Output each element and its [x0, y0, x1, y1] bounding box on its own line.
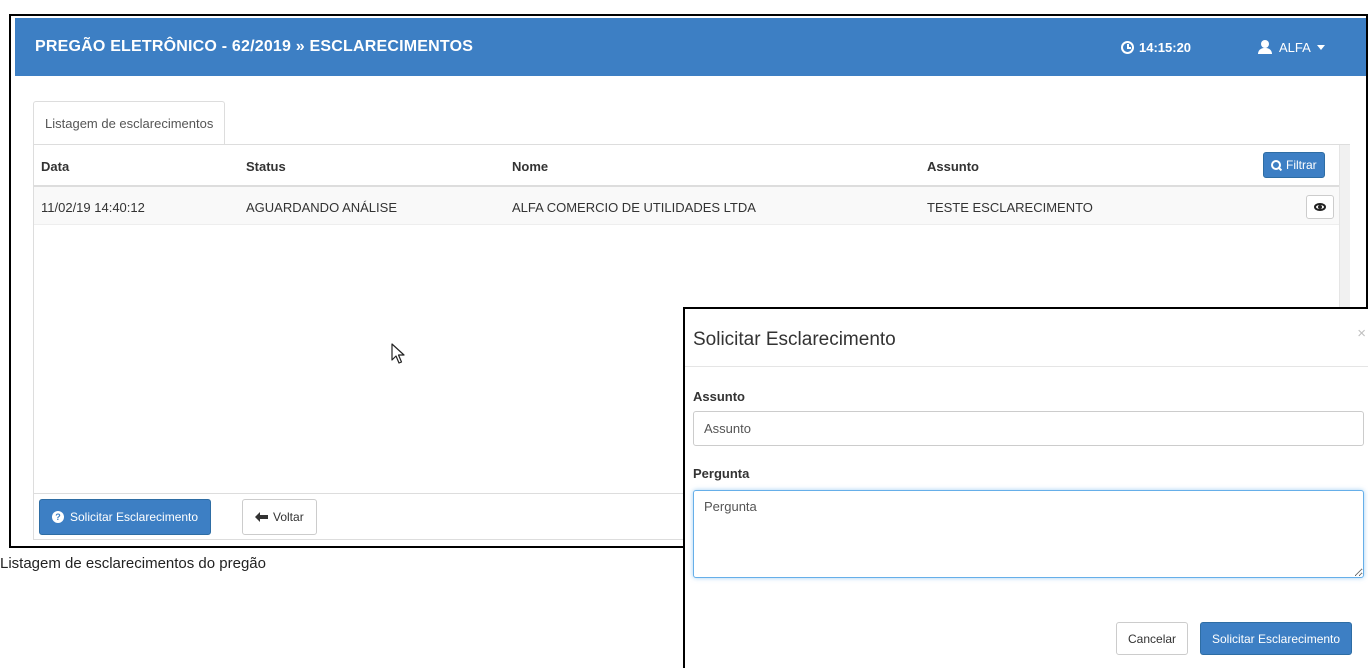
- solicitar-esclarecimento-modal: Solicitar Esclarecimento × Assunto Pergu…: [683, 307, 1368, 668]
- voltar-button[interactable]: Voltar: [242, 499, 317, 535]
- filter-button[interactable]: Filtrar: [1263, 152, 1325, 178]
- modal-header: Solicitar Esclarecimento ×: [685, 309, 1368, 367]
- cell-data: 11/02/19 14:40:12: [41, 200, 145, 215]
- solicitar-esclarecimento-button[interactable]: ? Solicitar Esclarecimento: [39, 499, 212, 535]
- search-icon: [1271, 159, 1282, 171]
- cancel-button[interactable]: Cancelar: [1116, 622, 1189, 655]
- figure-caption: Listagem de esclarecimentos do pregão: [0, 555, 266, 572]
- cell-status: AGUARDANDO ANÁLISE: [246, 200, 397, 215]
- solicitar-label: Solicitar Esclarecimento: [70, 510, 199, 524]
- mouse-cursor-icon: [391, 343, 405, 364]
- user-menu[interactable]: ALFA: [1258, 18, 1325, 76]
- voltar-label: Voltar: [273, 510, 304, 524]
- page-title: PREGÃO ELETRÔNICO - 62/2019 » ESCLARECIM…: [35, 38, 474, 55]
- caret-down-icon: [1316, 44, 1325, 50]
- filter-button-label: Filtrar: [1286, 158, 1317, 172]
- table-header: Data Status Nome Assunto Filtrar: [34, 145, 1349, 187]
- cell-nome: ALFA COMERCIO DE UTILIDADES LTDA: [512, 200, 756, 215]
- cell-assunto: TESTE ESCLARECIMENTO: [927, 200, 1093, 215]
- column-header-status: Status: [246, 159, 286, 174]
- modal-title: Solicitar Esclarecimento: [693, 329, 896, 350]
- eye-icon: [1314, 203, 1326, 211]
- column-header-assunto: Assunto: [927, 159, 979, 174]
- pergunta-textarea[interactable]: [693, 490, 1364, 578]
- top-navbar: PREGÃO ELETRÔNICO - 62/2019 » ESCLARECIM…: [15, 18, 1366, 76]
- tab-listagem[interactable]: Listagem de esclarecimentos: [33, 101, 226, 145]
- clock-time: 14:15:20: [1139, 39, 1192, 55]
- pergunta-label: Pergunta: [693, 466, 750, 481]
- user-name: ALFA: [1279, 39, 1311, 55]
- assunto-input[interactable]: [693, 411, 1364, 446]
- column-header-data: Data: [41, 159, 70, 174]
- column-header-nome: Nome: [512, 159, 549, 174]
- question-icon: ?: [52, 511, 64, 523]
- arrow-left-icon: [255, 512, 268, 522]
- user-icon: [1258, 40, 1272, 54]
- server-clock: 14:15:20: [1121, 18, 1191, 76]
- close-icon[interactable]: ×: [1357, 325, 1366, 342]
- table-row: 11/02/19 14:40:12 AGUARDANDO ANÁLISE ALF…: [34, 187, 1349, 225]
- submit-esclarecimento-button[interactable]: Solicitar Esclarecimento: [1200, 622, 1353, 655]
- assunto-label: Assunto: [693, 389, 745, 404]
- view-button[interactable]: [1306, 195, 1334, 219]
- clock-icon: [1121, 40, 1134, 54]
